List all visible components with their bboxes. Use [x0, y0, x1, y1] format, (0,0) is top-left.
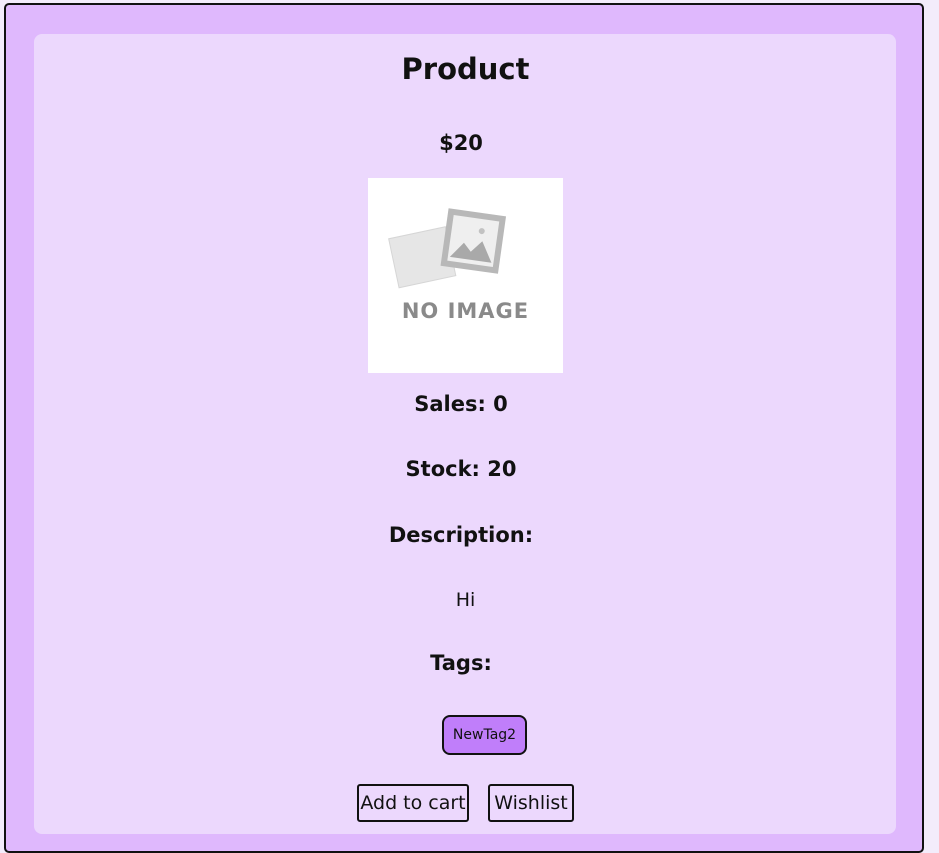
description-label: Description: [388, 523, 534, 547]
description-text: Hi [455, 589, 476, 611]
tags-label: Tags: [430, 651, 492, 675]
product-title: Product [401, 52, 530, 86]
product-price: $20 [439, 131, 483, 155]
tag-chip[interactable]: NewTag2 [442, 715, 527, 755]
wishlist-button[interactable]: Wishlist [488, 784, 574, 822]
no-image-icon: NO IMAGE [388, 208, 529, 323]
sales-count: Sales: 0 [414, 392, 508, 416]
product-image: NO IMAGE [368, 178, 563, 373]
no-image-text: NO IMAGE [402, 299, 529, 323]
stock-count: Stock: 20 [405, 457, 517, 481]
add-to-cart-button[interactable]: Add to cart [357, 784, 469, 822]
